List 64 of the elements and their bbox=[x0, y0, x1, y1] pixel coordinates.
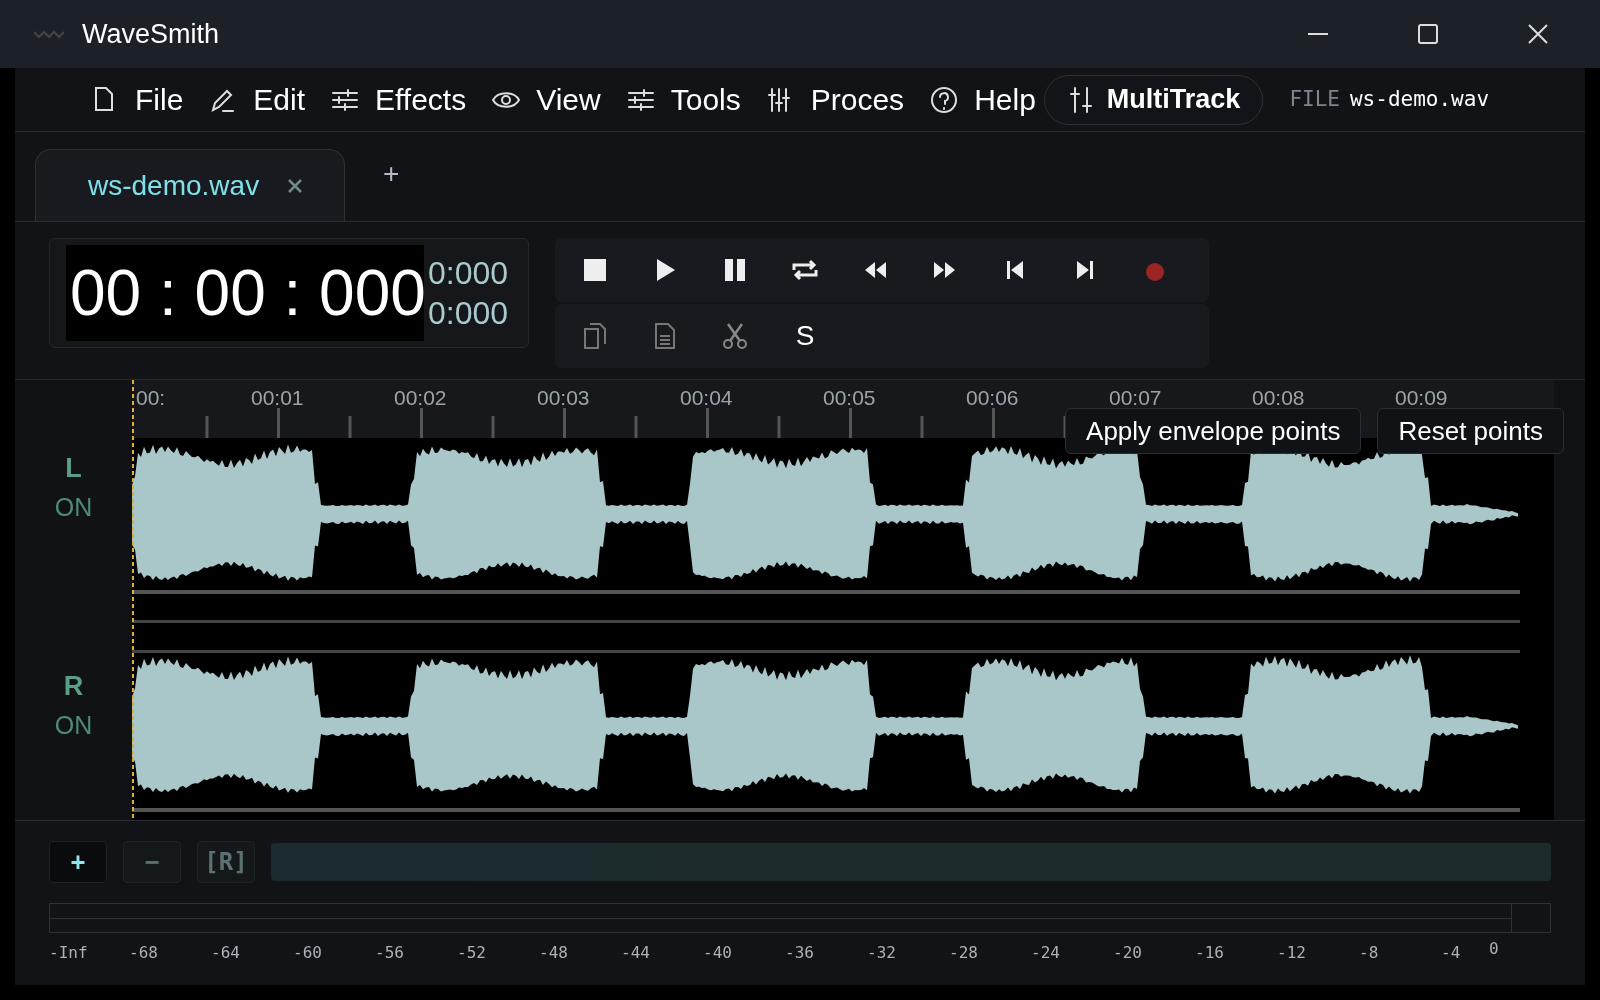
scale-label: -56 bbox=[375, 942, 404, 964]
close-icon bbox=[1528, 24, 1548, 44]
scale-label: -52 bbox=[457, 942, 486, 964]
channel-status: ON bbox=[54, 491, 93, 523]
time-label: 00:07 bbox=[1109, 385, 1162, 411]
close-icon bbox=[287, 177, 304, 194]
stop-icon bbox=[581, 256, 609, 284]
multitrack-button[interactable]: MultiTrack bbox=[1043, 74, 1264, 125]
scale-label: -20 bbox=[1113, 942, 1142, 964]
scale-label: -68 bbox=[129, 942, 158, 964]
time-label: 00:03 bbox=[537, 385, 590, 411]
minimize-icon bbox=[1308, 33, 1328, 35]
zoom-button[interactable]: + bbox=[49, 841, 107, 883]
scale-label: -32 bbox=[867, 942, 896, 964]
menu-item[interactable]: Proces bbox=[766, 77, 905, 122]
scale-label: -Inf bbox=[49, 942, 88, 964]
action-button[interactable]: Reset points bbox=[1377, 408, 1564, 454]
scale-label: -4 bbox=[1441, 942, 1461, 964]
wave-logo-icon bbox=[34, 29, 64, 39]
channel-name: R bbox=[63, 670, 84, 703]
menu-item[interactable]: File bbox=[91, 77, 184, 122]
time-label: 00:05 bbox=[823, 385, 876, 411]
menu-item[interactable]: View bbox=[492, 77, 601, 122]
help-icon bbox=[930, 85, 959, 114]
scale-label: -16 bbox=[1195, 942, 1224, 964]
scale-label: -60 bbox=[293, 942, 322, 964]
file-name: ws-demo.wav bbox=[1349, 85, 1490, 113]
scale-label: -28 bbox=[949, 942, 978, 964]
window-title: WaveSmith bbox=[82, 17, 220, 51]
menu-item[interactable]: Tools bbox=[626, 77, 741, 122]
scissors-icon bbox=[721, 322, 749, 350]
copy-icon bbox=[581, 322, 609, 350]
time-label: 00:04 bbox=[680, 385, 733, 411]
scale-label: -36 bbox=[785, 942, 814, 964]
menu-item[interactable]: Effects bbox=[331, 77, 467, 122]
channel-name: L bbox=[65, 452, 82, 485]
menu-item[interactable]: Help bbox=[930, 77, 1036, 122]
time-label: 00:09 bbox=[1395, 385, 1448, 411]
scale-label: -40 bbox=[703, 942, 732, 964]
file-tab[interactable]: ws-demo.wav bbox=[35, 149, 345, 221]
text-tool-button[interactable]: S bbox=[781, 312, 829, 360]
action-button[interactable]: Apply envelope points bbox=[1065, 408, 1362, 454]
scale-label: -44 bbox=[621, 942, 650, 964]
scale-label: -48 bbox=[539, 942, 568, 964]
time-reading: 0:000 bbox=[428, 257, 509, 289]
scale-label: 0 bbox=[1489, 938, 1499, 960]
file-label: FILE bbox=[1289, 85, 1340, 113]
add-tab-button[interactable]: + bbox=[383, 153, 400, 195]
time-display: 00 : 00 : 000 bbox=[66, 245, 424, 341]
time-label: 00:02 bbox=[394, 385, 447, 411]
scale-label: -24 bbox=[1031, 942, 1060, 964]
channel-status: ON bbox=[54, 709, 93, 741]
time-label: 00:06 bbox=[966, 385, 1019, 411]
scale-label: -12 bbox=[1277, 942, 1306, 964]
close-tab-button[interactable] bbox=[287, 177, 304, 194]
menu-item[interactable]: Edit bbox=[209, 77, 306, 122]
time-label: 00:08 bbox=[1252, 385, 1305, 411]
time-reading: 0:000 bbox=[428, 297, 509, 329]
zoom-button[interactable]: − bbox=[123, 841, 181, 883]
scale-label: -8 bbox=[1359, 942, 1379, 964]
scale-label: -64 bbox=[211, 942, 240, 964]
time-label: 00: bbox=[136, 385, 166, 411]
time-label: 00:01 bbox=[251, 385, 304, 411]
maximize-icon bbox=[1418, 24, 1438, 44]
